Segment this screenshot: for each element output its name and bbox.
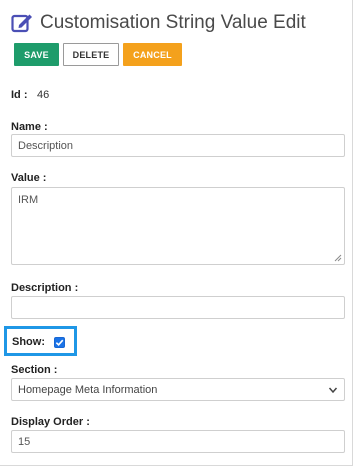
- value-text: IRM: [18, 194, 39, 206]
- id-label: Id :: [11, 89, 28, 101]
- cancel-button[interactable]: CANCEL: [123, 43, 182, 66]
- value-textarea[interactable]: IRM: [11, 187, 345, 265]
- value-label: Value :: [11, 172, 47, 184]
- section-select[interactable]: Homepage Meta Information: [11, 378, 345, 401]
- edit-icon: [10, 11, 34, 35]
- toolbar: SAVE DELETE CANCEL: [14, 43, 182, 66]
- chevron-down-icon: [328, 387, 338, 394]
- display-order-label: Display Order :: [11, 416, 90, 428]
- description-label: Description :: [11, 282, 79, 294]
- section-label: Section :: [11, 364, 58, 376]
- description-field[interactable]: [11, 296, 345, 319]
- delete-button[interactable]: DELETE: [63, 43, 119, 66]
- page-title: Customisation String Value Edit: [40, 12, 306, 33]
- name-label: Name :: [11, 121, 48, 133]
- display-order-field[interactable]: 15: [11, 430, 345, 453]
- id-value: 46: [37, 89, 50, 101]
- name-field[interactable]: Description: [11, 134, 345, 157]
- show-checkbox[interactable]: [54, 337, 65, 348]
- save-button[interactable]: SAVE: [14, 43, 59, 66]
- show-label: Show:: [12, 336, 45, 348]
- page-header: Customisation String Value Edit: [10, 8, 306, 38]
- resize-handle-icon[interactable]: [334, 254, 342, 262]
- show-highlight: Show:: [4, 326, 77, 356]
- section-selected-value: Homepage Meta Information: [18, 384, 158, 396]
- checkmark-icon: [55, 339, 64, 347]
